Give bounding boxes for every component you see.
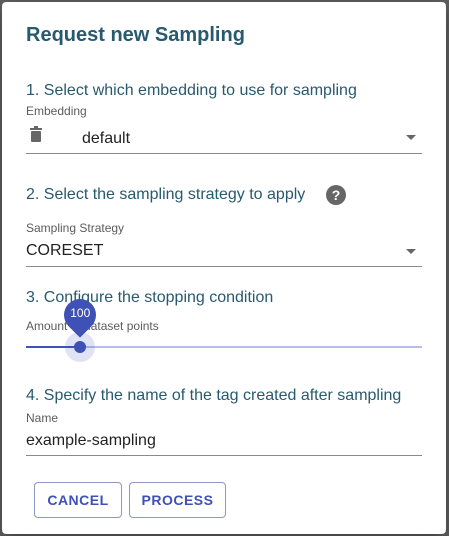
process-button[interactable]: PROCESS [129, 482, 226, 518]
tag-name-value: example-sampling [26, 432, 156, 449]
embedding-value: default [82, 130, 131, 147]
step-1-heading: 1. Select which embedding to use for sam… [26, 82, 357, 99]
request-sampling-dialog: Request new Sampling 1. Select which emb… [2, 2, 446, 534]
chevron-down-icon [406, 249, 416, 254]
strategy-value: CORESET [26, 242, 104, 259]
sampling-strategy-select[interactable]: CORESET [26, 236, 422, 267]
step-4-heading: 4. Specify the name of the tag created a… [26, 387, 402, 404]
tag-name-field-label: Name [26, 411, 59, 425]
slider-value-text: 100 [70, 306, 91, 320]
dialog-title: Request new Sampling [26, 24, 245, 46]
step-3-heading: 3. Configure the stopping condition [26, 289, 274, 306]
strategy-field-label: Sampling Strategy [26, 221, 125, 235]
chevron-down-icon [406, 135, 416, 140]
step-2-heading: 2. Select the sampling strategy to apply [26, 186, 306, 203]
tag-name-input[interactable]: example-sampling [26, 426, 422, 456]
embedding-field-label: Embedding [26, 104, 87, 118]
help-circle-icon[interactable]: ? [326, 185, 346, 205]
cancel-button[interactable]: CANCEL [34, 482, 122, 518]
trash-icon[interactable] [29, 126, 43, 142]
embedding-select[interactable]: default [26, 120, 422, 154]
